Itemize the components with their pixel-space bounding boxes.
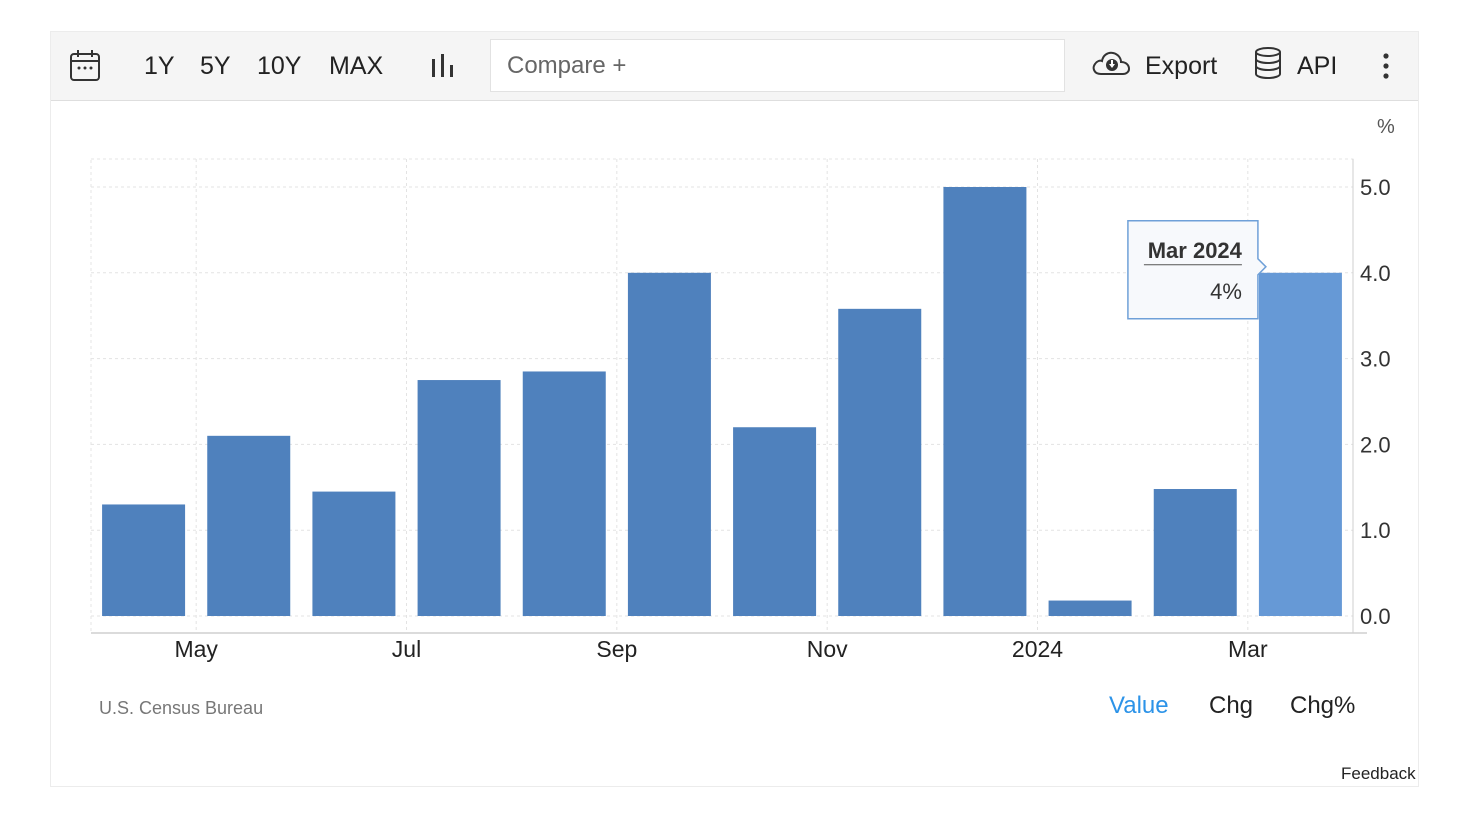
tab-chg[interactable]: Chg xyxy=(1209,692,1253,720)
bar-jan-2024 xyxy=(1048,600,1132,616)
x-tick-label: Sep xyxy=(596,636,637,662)
bar-may-2023 xyxy=(207,435,291,616)
x-tick-label: Mar xyxy=(1228,636,1268,662)
y-tick-label: 5.0 xyxy=(1360,175,1391,200)
bar-jul-2023 xyxy=(417,380,501,616)
tooltip-title: Mar 2024 xyxy=(1148,238,1243,263)
bar-jun-2023 xyxy=(312,491,396,616)
bar-nov-2023 xyxy=(838,308,922,616)
x-tick-label: Jul xyxy=(392,636,421,662)
tooltip-box xyxy=(1127,220,1267,320)
bar-oct-2023 xyxy=(733,427,817,616)
source-label: U.S. Census Bureau xyxy=(99,698,264,718)
y-tick-label: 2.0 xyxy=(1360,432,1391,457)
y-tick-label: 1.0 xyxy=(1360,518,1391,543)
y-tick-label: 3.0 xyxy=(1360,347,1391,372)
tooltip: Mar 2024 4% xyxy=(1127,220,1267,320)
tab-value[interactable]: Value xyxy=(1109,692,1169,720)
x-tick-label: May xyxy=(174,636,218,662)
bar-sep-2023 xyxy=(627,272,711,616)
bar-chart: 0.0 1.0 2.0 3.0 4.0 5.0 May Jul Sep Nov 2024 Mar Mar… xyxy=(90,158,1391,662)
x-tick-label: 2024 xyxy=(1012,636,1063,662)
x-tick-label: Nov xyxy=(807,636,848,662)
bar-mar-2024 xyxy=(1258,272,1342,616)
bar-aug-2023 xyxy=(522,371,606,616)
feedback-link[interactable]: Feedback xyxy=(1341,764,1416,784)
tab-chg-percent[interactable]: Chg% xyxy=(1290,692,1355,720)
bar-feb-2024 xyxy=(1153,489,1237,616)
chart-widget: 1Y 5Y 10Y MAX Export xyxy=(50,31,1419,787)
bar-apr-2023 xyxy=(102,504,186,616)
tooltip-value: 4% xyxy=(1210,279,1242,304)
y-tick-label: 4.0 xyxy=(1360,261,1391,286)
bar-dec-2023 xyxy=(943,187,1027,616)
y-tick-label: 0.0 xyxy=(1360,604,1391,629)
